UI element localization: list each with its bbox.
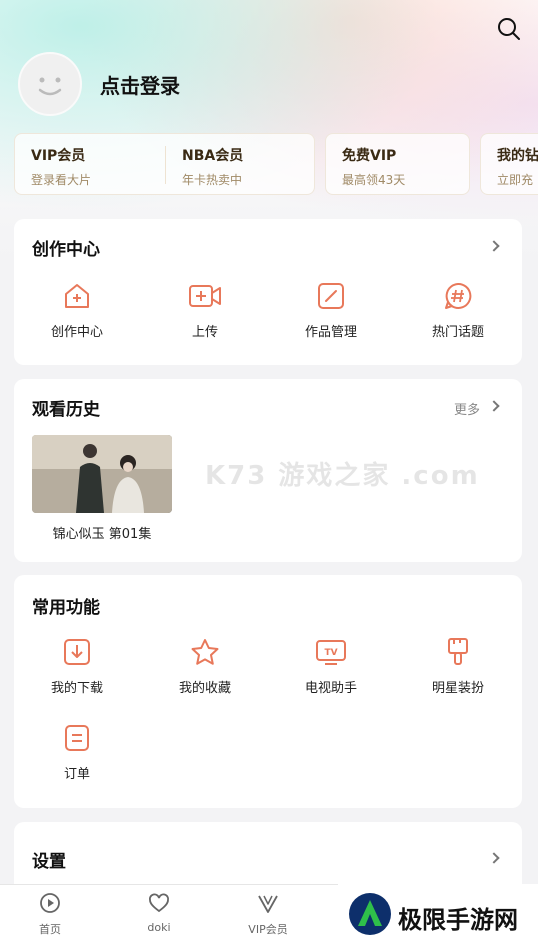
star-dressup-item[interactable]: 明星装扮 (403, 637, 513, 696)
vip-card-title: 我的钻 (497, 148, 538, 164)
vip-card-group: VIP会员 登录看大片 NBA会员 年卡热卖中 (14, 133, 315, 195)
vip-member-card[interactable]: VIP会员 登录看大片 (15, 134, 165, 196)
search-icon[interactable] (496, 16, 522, 42)
more-link[interactable]: 更多 (454, 399, 480, 418)
vip-card-subtitle: 立即充 (497, 173, 534, 187)
item-label: 电视助手 (304, 681, 357, 696)
vip-card-title: VIP会员 (31, 148, 86, 164)
hot-topics-item[interactable]: 热门话题 (403, 281, 513, 340)
vip-card-subtitle: 登录看大片 (31, 173, 92, 187)
chevron-right-icon[interactable] (488, 240, 500, 252)
section-title: 创作中心 (32, 240, 100, 260)
free-vip-card[interactable]: 免费VIP 最高领43天 (325, 133, 470, 195)
download-icon (64, 639, 90, 665)
svg-text:TV: TV (324, 648, 337, 658)
item-label: 创作中心 (50, 325, 103, 340)
tab-doki[interactable]: doki (119, 891, 199, 934)
brush-icon (448, 638, 468, 665)
my-downloads-item[interactable]: 我的下载 (22, 637, 132, 696)
item-label: 订单 (63, 767, 90, 782)
hashtag-icon (445, 282, 472, 309)
section-title: 观看历史 (32, 400, 100, 420)
avatar-face-icon (38, 77, 62, 96)
vip-card-subtitle: 年卡热卖中 (182, 173, 243, 187)
vip-card-title: NBA会员 (182, 148, 244, 164)
tab-label: VIP会员 (248, 923, 288, 936)
item-label: 我的下载 (50, 681, 103, 696)
vip-icon (258, 895, 278, 913)
tab-label: doki (147, 921, 171, 934)
brand-watermark: 极限手游网 (338, 884, 538, 942)
item-label: 上传 (191, 325, 218, 340)
home-plus-icon (65, 284, 89, 308)
heart-bubble-icon (149, 893, 169, 913)
tab-home[interactable]: 首页 (10, 891, 90, 937)
history-thumbnail[interactable] (32, 435, 172, 513)
chevron-right-icon[interactable] (488, 400, 500, 412)
creation-center-item[interactable]: 创作中心 (22, 281, 132, 340)
tv-icon: TV (316, 640, 346, 665)
item-label: 作品管理 (304, 325, 357, 340)
my-favorites-item[interactable]: 我的收藏 (150, 637, 260, 696)
diamond-card[interactable]: 我的钻 立即充 (480, 133, 538, 195)
play-icon (40, 893, 60, 913)
order-icon (65, 725, 89, 751)
tv-assistant-item[interactable]: TV 电视助手 (276, 637, 386, 696)
tab-vip[interactable]: VIP会员 (228, 891, 308, 937)
login-button[interactable]: 点击登录 (100, 70, 180, 99)
drama-poster-image (32, 435, 172, 513)
brand-logo-icon (349, 893, 391, 935)
tab-label: 首页 (39, 923, 61, 936)
item-label: 我的收藏 (178, 681, 231, 696)
vip-row: VIP会员 登录看大片 NBA会员 年卡热卖中 免费VIP 最高领43天 我的钻… (0, 133, 538, 195)
star-icon (191, 639, 219, 665)
video-plus-icon (189, 285, 221, 307)
brand-name: 极限手游网 (398, 905, 518, 934)
avatar[interactable] (18, 52, 82, 116)
item-label: 热门话题 (431, 325, 484, 340)
common-functions-card: 常用功能 我的下载 我的收藏 TV 电视助手 明星装扮 订单 (14, 575, 522, 808)
section-title: 设置 (32, 852, 66, 872)
watermark-logo: K73 游戏之家 .com (205, 461, 480, 491)
upload-item[interactable]: 上传 (150, 281, 260, 340)
nba-member-card[interactable]: NBA会员 年卡热卖中 (166, 134, 316, 196)
history-item-label: 锦心似玉 第01集 (52, 527, 152, 542)
orders-item[interactable]: 订单 (22, 723, 132, 782)
chevron-right-icon[interactable] (488, 852, 500, 864)
works-management-item[interactable]: 作品管理 (276, 281, 386, 340)
vip-card-title: 免费VIP (342, 148, 397, 164)
edit-icon (318, 283, 344, 309)
vip-card-subtitle: 最高领43天 (342, 173, 406, 187)
item-label: 明星装扮 (431, 681, 484, 696)
section-title: 常用功能 (32, 598, 100, 618)
creation-center-card: 创作中心 创作中心 上传 作品管理 热门话题 (14, 219, 522, 365)
